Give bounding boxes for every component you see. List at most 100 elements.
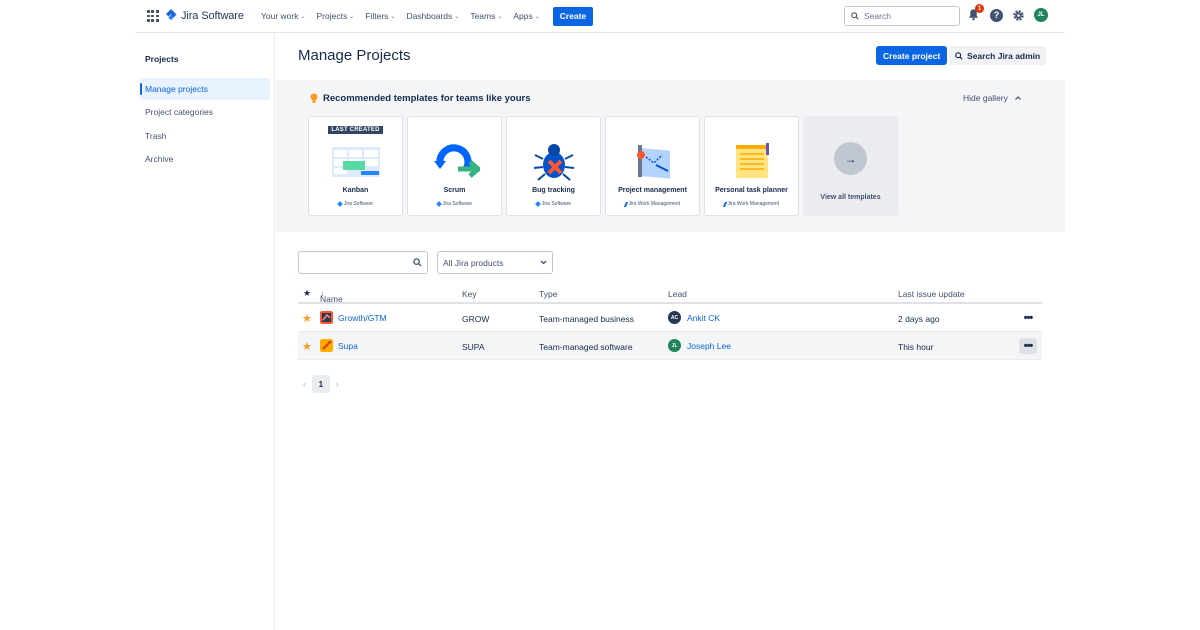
- projects-table: ★ Name ↓ Key Type Lead Last issue update …: [298, 284, 1042, 360]
- column-type[interactable]: Type: [539, 289, 557, 299]
- more-actions-icon[interactable]: •••: [1019, 310, 1037, 326]
- sidebar-item-label: Archive: [145, 154, 174, 164]
- top-navigation: Jira Software Your work ⌄ Projects ⌄ Filte…: [135, 0, 1065, 33]
- column-lead[interactable]: Lead: [668, 289, 687, 299]
- nav-label: Projects: [316, 11, 348, 21]
- template-card-scrum[interactable]: Scrum Jira Software: [407, 116, 502, 216]
- jira-work-management-icon: [722, 201, 727, 207]
- search-icon: [955, 51, 963, 60]
- lead-link[interactable]: Ankit CK: [687, 313, 720, 323]
- view-all-label: View all templates: [820, 194, 881, 201]
- project-link[interactable]: Growth/GTM: [338, 313, 387, 323]
- notification-badge: 1: [975, 4, 984, 13]
- global-search-input[interactable]: Search: [844, 6, 960, 26]
- nav-label: Filters: [365, 11, 389, 21]
- template-card-kanban[interactable]: LAST CREATED Kanban Jira Software: [308, 116, 403, 216]
- lead-avatar: JL: [668, 339, 681, 352]
- search-jira-admin-button[interactable]: Search Jira admin: [949, 46, 1047, 65]
- last-created-tag: LAST CREATED: [328, 126, 383, 134]
- project-name-cell: Growth/GTM: [320, 311, 387, 324]
- create-button[interactable]: Create: [552, 6, 594, 26]
- template-product: Jira Work Management: [606, 201, 699, 207]
- sidebar-item-archive[interactable]: Archive: [140, 148, 270, 170]
- project-lead-cell: JL Joseph Lee: [668, 339, 731, 352]
- jira-software-icon: [436, 201, 442, 207]
- column-key[interactable]: Key: [462, 289, 477, 299]
- app-switcher-icon[interactable]: [147, 10, 159, 22]
- template-name: Scrum: [443, 187, 466, 194]
- chevron-right-icon[interactable]: ›: [336, 379, 339, 389]
- project-key: GROW: [462, 314, 490, 324]
- notifications-button[interactable]: 1: [967, 4, 984, 22]
- sidebar-item-manage-projects[interactable]: Manage projects: [140, 78, 270, 100]
- sidebar-item-project-categories[interactable]: Project categories: [140, 101, 270, 123]
- template-card-bug-tracking[interactable]: Bug tracking Jira Software: [506, 116, 601, 216]
- chevron-down-icon: ⌄: [390, 13, 396, 20]
- table-row: ★ Growth/GTM GROW Team-managed business …: [298, 304, 1042, 332]
- template-card-personal-task-planner[interactable]: Personal task planner Jira Work Manageme…: [704, 116, 799, 216]
- nav-dashboards[interactable]: Dashboards ⌄: [406, 11, 459, 21]
- chevron-down-icon: ⌄: [497, 13, 503, 20]
- nav-teams[interactable]: Teams ⌄: [470, 11, 502, 21]
- view-all-templates-card[interactable]: → View all templates: [803, 116, 898, 216]
- nav-filters[interactable]: Filters ⌄: [365, 11, 395, 21]
- table-row: ★ Supa SUPA Team-managed software JL Jos…: [298, 332, 1042, 360]
- column-last-issue-update[interactable]: Last issue update: [898, 289, 965, 299]
- top-actions: 1 ? JL: [967, 4, 1048, 22]
- project-name-cell: Supa: [320, 339, 358, 352]
- project-type: Team-managed business: [539, 314, 634, 324]
- star-icon[interactable]: ★: [302, 340, 312, 353]
- hide-gallery-button[interactable]: Hide gallery: [963, 93, 1021, 103]
- star-icon[interactable]: ★: [302, 312, 312, 325]
- nav-label: Dashboards: [406, 11, 453, 21]
- gear-icon[interactable]: [1012, 9, 1025, 22]
- map-illustration-icon: [636, 145, 670, 179]
- project-key: SUPA: [462, 342, 485, 352]
- project-search-input[interactable]: [298, 251, 428, 274]
- project-link[interactable]: Supa: [338, 341, 358, 351]
- project-avatar-icon: [320, 311, 333, 324]
- jira-software-icon: [535, 201, 541, 207]
- sidebar-item-label: Trash: [145, 131, 167, 141]
- page-button[interactable]: 1: [311, 375, 330, 393]
- hide-gallery-label: Hide gallery: [963, 93, 1008, 103]
- nav-label: Your work: [261, 11, 299, 21]
- template-product: Jira Software: [309, 201, 402, 207]
- jira-mark-icon: [166, 9, 177, 20]
- jira-logo[interactable]: Jira Software: [165, 9, 244, 23]
- button-label: Search Jira admin: [967, 50, 1041, 61]
- column-name[interactable]: Name ↓: [320, 289, 343, 304]
- product-label: Jira Work Management: [727, 201, 780, 207]
- last-issue-update: This hour: [898, 342, 934, 352]
- product-name: Jira Software: [181, 10, 244, 22]
- primary-nav: Your work ⌄ Projects ⌄ Filters ⌄ Dashboards…: [261, 0, 594, 32]
- project-lead-cell: AC Ankit CK: [668, 311, 720, 324]
- notepad-illustration-icon: [735, 143, 769, 178]
- nav-your-work[interactable]: Your work ⌄: [261, 11, 306, 21]
- product-label: Jira Work Management: [628, 201, 681, 207]
- lead-avatar: AC: [668, 311, 681, 324]
- nav-label: Teams: [470, 11, 496, 21]
- lightbulb-icon: [310, 93, 318, 103]
- nav-projects[interactable]: Projects ⌄: [317, 11, 355, 21]
- help-icon[interactable]: ?: [990, 8, 1003, 22]
- product-filter-select[interactable]: All Jira products: [437, 251, 553, 274]
- nav-apps[interactable]: Apps ⌄: [513, 11, 539, 21]
- lead-link[interactable]: Joseph Lee: [687, 341, 731, 351]
- gallery-title-text: Recommended templates for teams like you…: [323, 93, 531, 104]
- kanban-illustration-icon: [331, 147, 380, 177]
- chevron-left-icon[interactable]: ‹: [303, 379, 306, 389]
- search-placeholder: Search: [864, 11, 891, 21]
- project-avatar-icon: [320, 339, 333, 352]
- sidebar-item-trash[interactable]: Trash: [140, 125, 270, 147]
- jira-software-icon: [337, 201, 343, 207]
- search-icon: [413, 258, 422, 267]
- template-card-project-management[interactable]: Project management Jira Work Management: [605, 116, 700, 216]
- gallery-title: Recommended templates for teams like you…: [310, 93, 531, 104]
- template-name: Personal task planner: [715, 187, 788, 194]
- more-actions-icon[interactable]: •••: [1019, 338, 1037, 354]
- create-project-button[interactable]: Create project: [876, 46, 948, 65]
- search-icon: [851, 12, 859, 20]
- user-avatar[interactable]: JL: [1034, 8, 1048, 22]
- chevron-down-icon: ⌄: [454, 13, 460, 20]
